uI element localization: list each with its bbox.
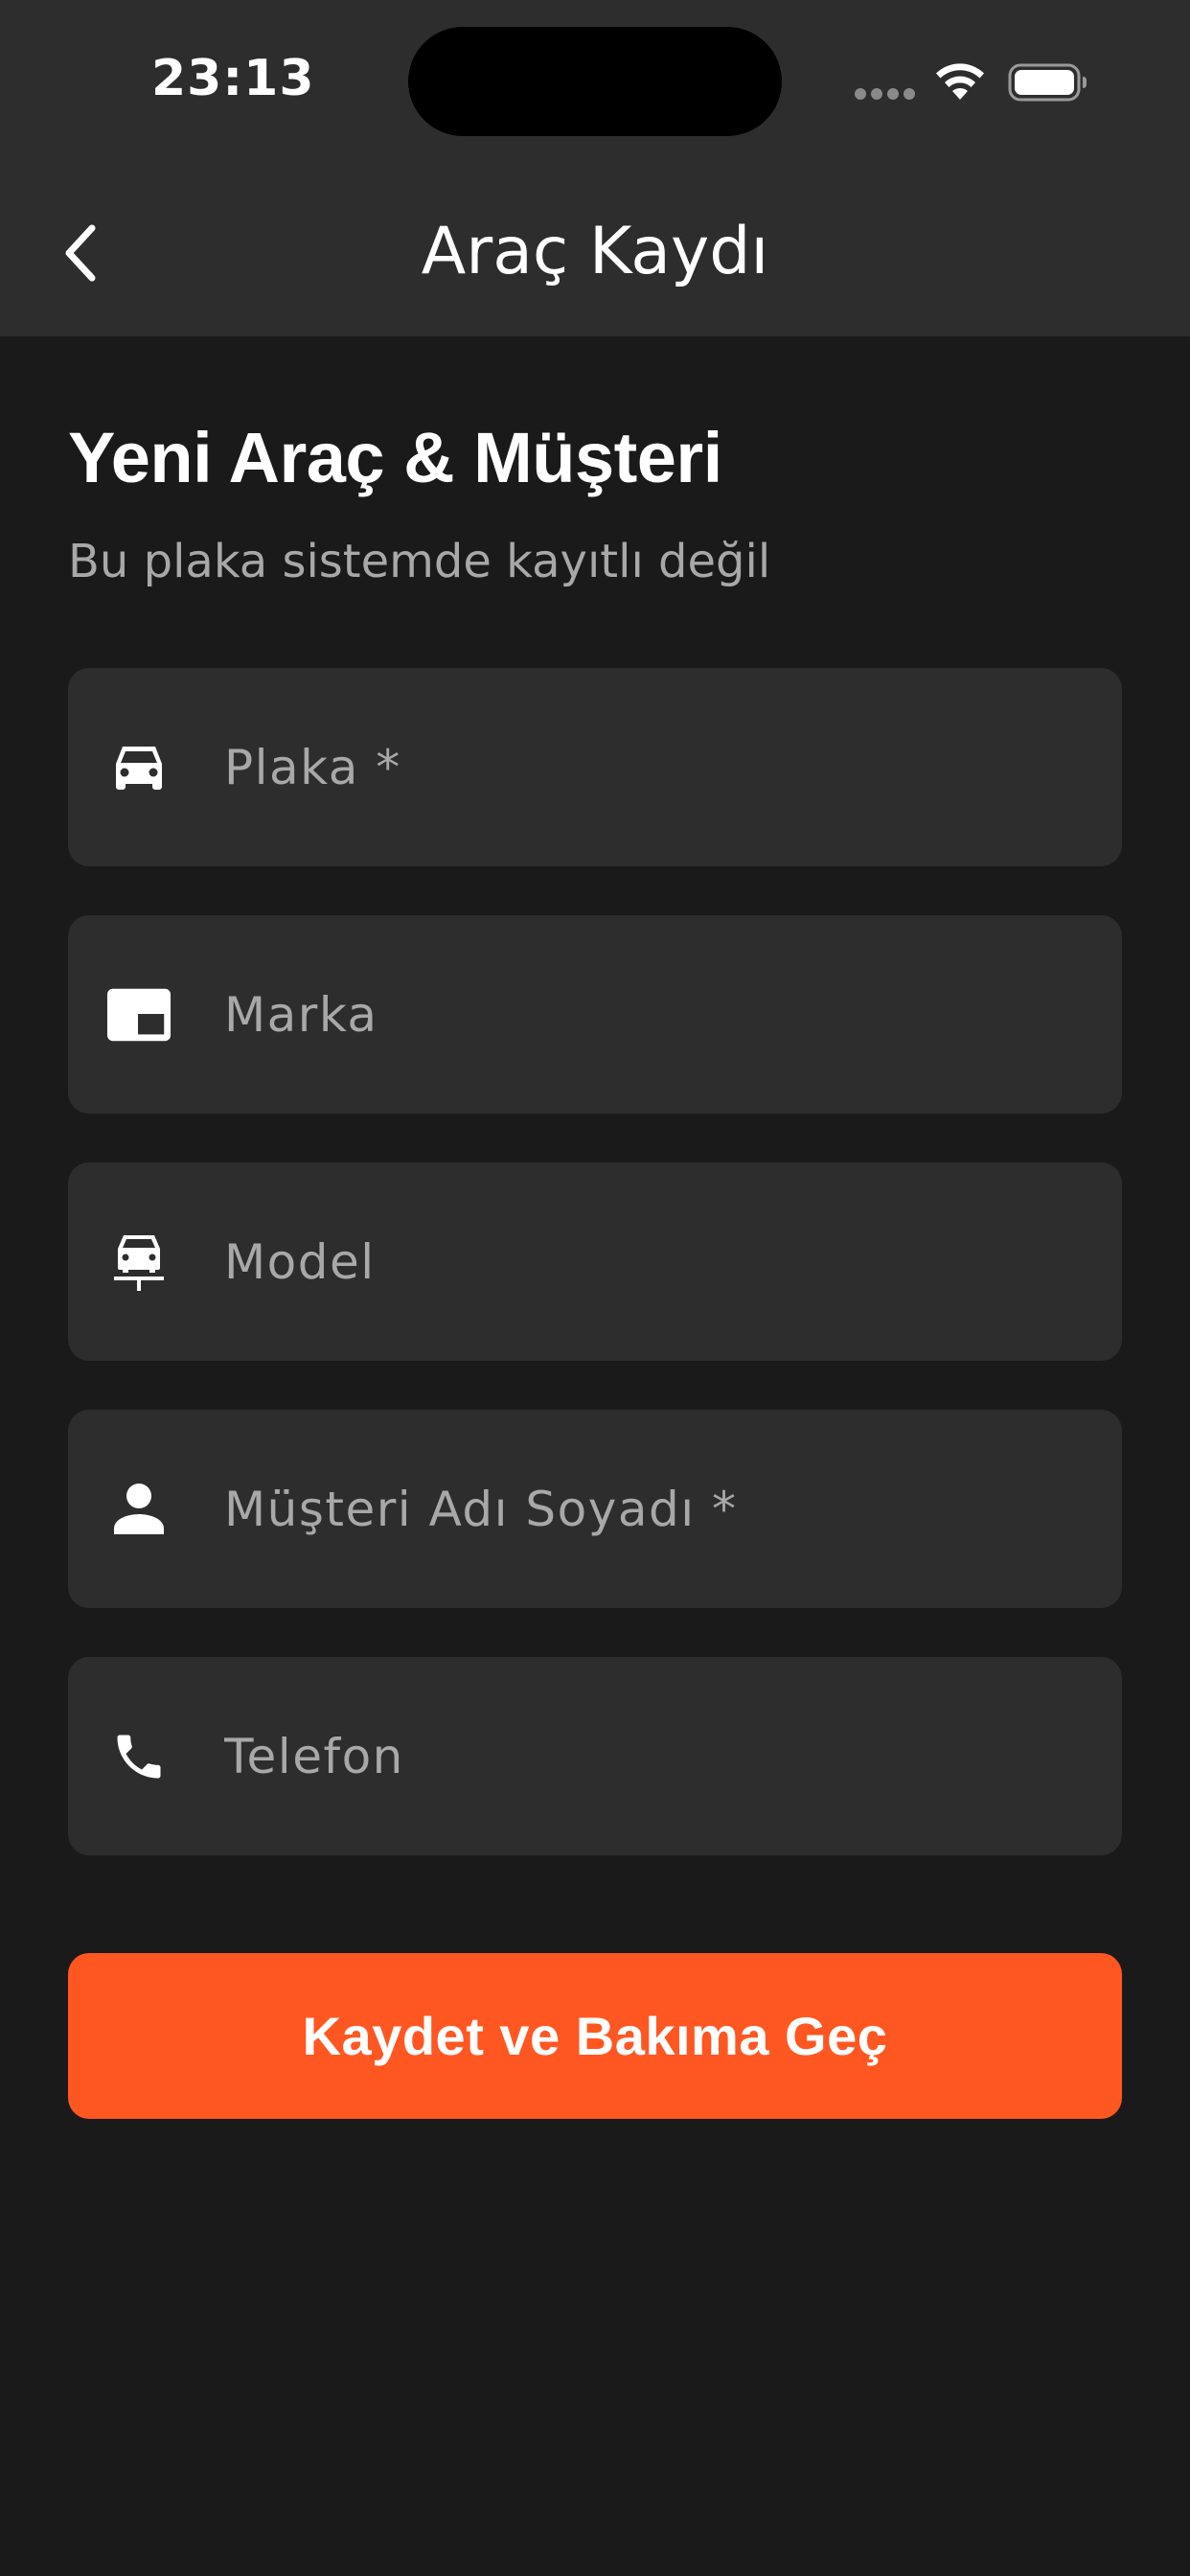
brand-input[interactable] bbox=[224, 915, 1087, 1114]
plate-field[interactable] bbox=[68, 668, 1122, 866]
screen: 23:13 Araç Kaydı Yeni Araç & Müşteri Bu … bbox=[0, 0, 1190, 2576]
cellular-signal-icon bbox=[855, 88, 916, 100]
model-input[interactable] bbox=[224, 1162, 1087, 1361]
top-bar: 23:13 Araç Kaydı bbox=[0, 0, 1190, 336]
dynamic-island bbox=[408, 27, 782, 136]
car-model-icon bbox=[106, 1230, 172, 1295]
plate-input[interactable] bbox=[224, 668, 1087, 866]
phone-icon bbox=[106, 1724, 172, 1789]
customer-name-field[interactable] bbox=[68, 1410, 1122, 1608]
form-heading: Yeni Araç & Müşteri bbox=[68, 418, 722, 497]
battery-icon bbox=[1008, 63, 1087, 102]
phone-input[interactable] bbox=[224, 1657, 1087, 1855]
wifi-icon bbox=[936, 63, 984, 100]
brand-icon bbox=[106, 982, 172, 1047]
customer-name-input[interactable] bbox=[224, 1410, 1087, 1608]
model-field[interactable] bbox=[68, 1162, 1122, 1361]
brand-field[interactable] bbox=[68, 915, 1122, 1114]
page-title: Araç Kaydı bbox=[421, 214, 769, 289]
save-and-continue-button[interactable]: Kaydet ve Bakıma Geç bbox=[68, 1953, 1122, 2119]
phone-field[interactable] bbox=[68, 1657, 1122, 1855]
status-time: 23:13 bbox=[151, 50, 315, 107]
car-icon bbox=[106, 735, 172, 800]
person-icon bbox=[106, 1477, 172, 1542]
form-subheading: Bu plaka sistemde kayıtlı değil bbox=[68, 535, 771, 588]
